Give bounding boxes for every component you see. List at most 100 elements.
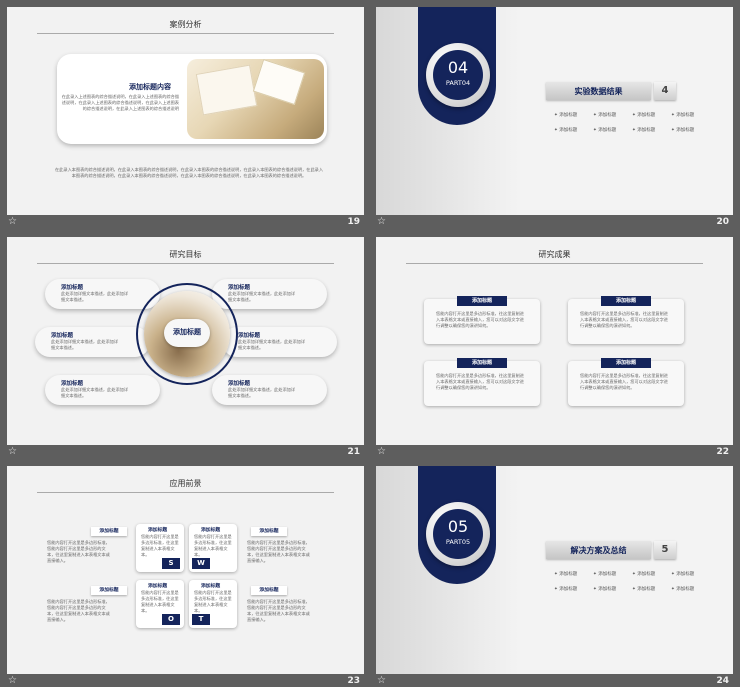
list-item: ✦ 添加标题 xyxy=(593,587,617,592)
box-title: 添加标题 xyxy=(457,296,507,306)
box-title: 添加标题 xyxy=(601,358,651,368)
star-icon[interactable]: ☆ xyxy=(8,674,17,687)
goal-pill: 添加标题 此处添加详细文本描述，此处添加详细文本描述。 xyxy=(45,375,160,405)
box-title: 添加标题 xyxy=(201,528,221,533)
slide-footer: ☆ 24 xyxy=(376,674,733,687)
box-body: 您能内容打开这里是多边形标准，往这里复制进入本表格文本或直接输入，您可以对这段文… xyxy=(580,311,668,328)
goal-pill: 添加标题 此处添加详细文本描述，此处添加详细文本描述。 xyxy=(35,327,150,357)
box-title: 添加标题 xyxy=(201,584,221,589)
list-item: ✦ 添加标题 xyxy=(632,572,656,577)
pill-body: 此处添加详细文本描述，此处添加详细文本描述。 xyxy=(228,387,296,398)
book-page xyxy=(195,64,258,116)
list-item: ✦ 添加标题 xyxy=(632,587,656,592)
outer-tag: 添加标题 xyxy=(251,527,287,536)
title-underline xyxy=(406,263,703,264)
list-item: ✦ 添加标题 xyxy=(671,128,695,133)
slide-title: 应用前景 xyxy=(169,479,202,488)
books-photo xyxy=(187,59,324,139)
box-body: 您能内容打开这里是多边形标准，往这里复制进入本表格文本。 xyxy=(141,590,179,613)
slide-20-thumbnail[interactable]: 04 PART04 实验数据结果 4 ✦ 添加标题 ✦ 添加标题 ✦ 添加标题 … xyxy=(376,7,733,229)
swot-letter-t: T xyxy=(192,614,210,625)
goal-pill: 添加标题 此处添加详细文本描述，此处添加详细文本描述。 xyxy=(222,327,337,357)
list-item: ✦ 添加标题 xyxy=(554,587,578,592)
slide-canvas: 研究成果 添加标题 您能内容打开这里是多边形标准，往这里复制进入本表格文本或直接… xyxy=(376,237,733,445)
slide-canvas: 05 PART05 解决方案及总结 5 ✦ 添加标题 ✦ 添加标题 ✦ 添加标题… xyxy=(376,466,733,674)
result-box: 添加标题 您能内容打开这里是多边形标准，往这里复制进入本表格文本或直接输入，您可… xyxy=(568,358,684,406)
pill-title: 添加标题 xyxy=(238,333,261,339)
list-item: ✦ 添加标题 xyxy=(671,587,695,592)
result-box: 添加标题 您能内容打开这里是多边形标准，往这里复制进入本表格文本或直接输入，您可… xyxy=(424,296,540,344)
pill-title: 添加标题 xyxy=(228,285,251,291)
slide-canvas: 案例分析 添加标题内容 在此录入上述图表的综合描述说明，在此录入上述图表的综合描… xyxy=(7,7,364,215)
list-item: ✦ 添加标题 xyxy=(554,572,578,577)
box-body: 您能内容打开这里是多边形标准，往这里复制进入本表格文本或直接输入，您可以对这段文… xyxy=(436,311,524,328)
slide-number: 19 xyxy=(347,217,360,227)
box-body: 您能内容打开这里是多边形标准，往这里复制进入本表格文本。 xyxy=(194,534,232,557)
pill-title: 添加标题 xyxy=(51,333,74,339)
side-text: 您能内容打开这里是多边形标准，您能内容打开这里是多边形的文本，往这里复制进入本表… xyxy=(247,599,310,622)
slide-19-thumbnail[interactable]: 案例分析 添加标题内容 在此录入上述图表的综合描述说明，在此录入上述图表的综合描… xyxy=(7,7,364,229)
star-icon[interactable]: ☆ xyxy=(8,215,17,229)
slide-footer: ☆ 21 xyxy=(7,445,364,459)
box-title: 添加标题 xyxy=(148,528,168,533)
slide-title: 案例分析 xyxy=(169,20,202,29)
part-label: PART05 xyxy=(445,538,471,546)
result-box: 添加标题 您能内容打开这里是多边形标准，往这里复制进入本表格文本或直接输入，您可… xyxy=(424,358,540,406)
side-text: 您能内容打开这里是多边形标准，您能内容打开这里是多边形的文本，往这里复制进入本表… xyxy=(47,540,110,563)
pill-body: 此处添加详细文本描述，此处添加详细文本描述。 xyxy=(61,387,129,398)
box-body: 您能内容打开这里是多边形标准，往这里复制进入本表格文本或直接输入，您可以对这段文… xyxy=(436,373,524,390)
list-item: ✦ 添加标题 xyxy=(593,572,617,577)
list-item: ✦ 添加标题 xyxy=(554,128,578,133)
star-icon[interactable]: ☆ xyxy=(377,674,386,687)
list-item: ✦ 添加标题 xyxy=(554,113,578,118)
list-item: ✦ 添加标题 xyxy=(632,128,656,133)
description-paragraph: 在此录入本图表的综合描述说明，在此录入本图表的综合描述说明，在此录入本图表的综合… xyxy=(55,167,324,178)
title-underline xyxy=(37,492,334,493)
card-body: 在此录入上述图表的综合描述说明，在此录入上述图表的综合描述说明，在此录入上述图表… xyxy=(61,94,179,111)
pill-body: 此处添加详细文本描述，此处添加详细文本描述。 xyxy=(238,339,306,350)
goal-pill: 添加标题 此处添加详细文本描述，此处添加详细文本描述。 xyxy=(212,375,327,405)
star-icon[interactable]: ☆ xyxy=(377,215,386,229)
slide-canvas: 研究目标 添加标题 此处添加详细文本描述，此处添加详细文本描述。 添加标题 此处… xyxy=(7,237,364,445)
slide-footer: ☆ 19 xyxy=(7,215,364,229)
slide-23-thumbnail[interactable]: 应用前景 添加标题 添加标题 添加标题 添加标题 您能内容打开这里是多边形标准，… xyxy=(7,466,364,687)
slide-22-thumbnail[interactable]: 研究成果 添加标题 您能内容打开这里是多边形标准，往这里复制进入本表格文本或直接… xyxy=(376,237,733,459)
star-icon[interactable]: ☆ xyxy=(8,445,17,459)
swot-letter-s: S xyxy=(162,558,180,569)
pill-title: 添加标题 xyxy=(61,285,84,291)
part-label: PART04 xyxy=(445,79,471,87)
pill-body: 此处添加详细文本描述，此处添加详细文本描述。 xyxy=(228,291,296,302)
slide-footer: ☆ 23 xyxy=(7,674,364,687)
box-body: 您能内容打开这里是多边形标准，往这里复制进入本表格文本。 xyxy=(194,590,232,613)
slide-number: 22 xyxy=(716,447,729,457)
swot-letter-w: W xyxy=(192,558,210,569)
list-item: ✦ 添加标题 xyxy=(671,572,695,577)
side-text: 您能内容打开这里是多边形标准，您能内容打开这里是多边形的文本，往这里复制进入本表… xyxy=(247,540,310,563)
outer-tag: 添加标题 xyxy=(91,527,127,536)
list-item: ✦ 添加标题 xyxy=(632,113,656,118)
slide-canvas: 04 PART04 实验数据结果 4 ✦ 添加标题 ✦ 添加标题 ✦ 添加标题 … xyxy=(376,7,733,215)
star-icon[interactable]: ☆ xyxy=(377,445,386,459)
box-body: 您能内容打开这里是多边形标准，往这里复制进入本表格文本。 xyxy=(141,534,179,557)
part-number: 04 xyxy=(447,58,469,77)
center-label: 添加标题 xyxy=(173,328,201,336)
title-underline xyxy=(37,33,334,34)
outer-tag: 添加标题 xyxy=(91,586,127,595)
box-title: 添加标题 xyxy=(457,358,507,368)
section-number: 4 xyxy=(654,82,676,100)
book-page xyxy=(252,59,306,105)
slide-21-thumbnail[interactable]: 研究目标 添加标题 此处添加详细文本描述，此处添加详细文本描述。 添加标题 此处… xyxy=(7,237,364,459)
swot-letter-o: O xyxy=(162,614,180,625)
slide-number: 23 xyxy=(347,676,360,686)
slide-canvas: 应用前景 添加标题 添加标题 添加标题 添加标题 您能内容打开这里是多边形标准，… xyxy=(7,466,364,674)
list-item: ✦ 添加标题 xyxy=(593,113,617,118)
title-underline xyxy=(37,263,334,264)
box-title: 添加标题 xyxy=(148,584,168,589)
content-card: 添加标题内容 在此录入上述图表的综合描述说明，在此录入上述图表的综合描述说明，在… xyxy=(57,54,327,144)
pill-title: 添加标题 xyxy=(228,381,251,387)
slide-number: 20 xyxy=(716,217,729,227)
section-number: 5 xyxy=(654,541,676,559)
pill-body: 此处添加详细文本描述，此处添加详细文本描述。 xyxy=(61,291,129,302)
slide-number: 21 xyxy=(347,447,360,457)
slide-24-thumbnail[interactable]: 05 PART05 解决方案及总结 5 ✦ 添加标题 ✦ 添加标题 ✦ 添加标题… xyxy=(376,466,733,687)
